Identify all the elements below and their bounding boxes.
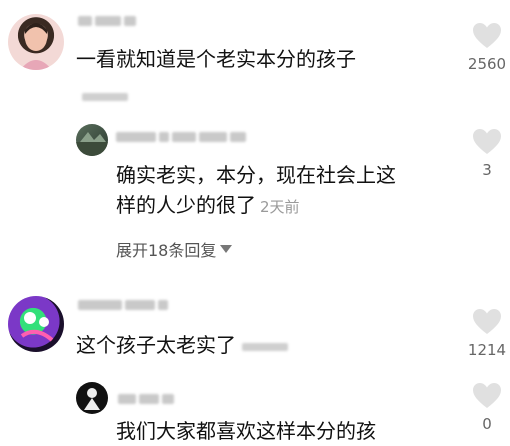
heart-icon [473,23,501,48]
like-button[interactable]: 0 [465,382,509,433]
avatar-landscape-icon [76,132,108,156]
reply-time: 2天前 [260,198,300,216]
like-count: 2560 [467,55,507,73]
avatar-portrait-icon [20,23,52,70]
reply-text: 我们大家都喜欢这样本分的孩 [116,419,376,443]
comment-text: 这个孩子太老实了 [76,330,288,360]
user-avatar[interactable] [8,296,64,352]
username-blurred[interactable] [78,298,168,312]
username-blurred[interactable] [78,14,136,28]
avatar-figure-icon [84,388,100,410]
comment-text: 一看就知道是个老实本分的孩子 [76,47,356,71]
reply-1: 确实老实，本分，现在社会上这 样的人少的很了 2天前 3 [0,110,510,230]
like-count: 1214 [467,341,507,359]
username-blurred[interactable] [116,130,246,144]
heart-icon [473,383,501,408]
expand-replies-button[interactable]: 展开18条回复 [116,237,233,261]
avatar-cartoon-icon [20,312,54,342]
like-count: 0 [482,415,492,433]
reply-text-line-2: 样的人少的很了 2天前 [116,190,300,222]
expand-replies-label: 展开18条回复 [116,241,217,260]
comment-2: 这个孩子太老实了 1214 [0,290,510,370]
heart-icon [473,309,501,334]
comment-time-blurred [76,86,128,105]
username-blurred[interactable] [118,392,174,406]
comment-1: 一看就知道是个老实本分的孩子 2560 [0,0,510,110]
heart-icon [473,129,501,154]
like-button[interactable]: 3 [465,128,509,179]
user-avatar[interactable] [8,14,64,70]
triangle-down-icon [220,245,233,253]
like-button[interactable]: 2560 [465,22,509,73]
comment-time-blurred [242,342,288,351]
comment-text-content: 这个孩子太老实了 [76,333,236,357]
user-avatar[interactable] [76,382,108,414]
reply-text-line-2-content: 样的人少的很了 [116,193,256,217]
like-count: 3 [482,161,492,179]
reply-2: 我们大家都喜欢这样本分的孩 0 [0,370,510,443]
user-avatar[interactable] [76,124,108,156]
like-button[interactable]: 1214 [465,308,509,359]
reply-text-line-1: 确实老实，本分，现在社会上这 [116,163,396,187]
